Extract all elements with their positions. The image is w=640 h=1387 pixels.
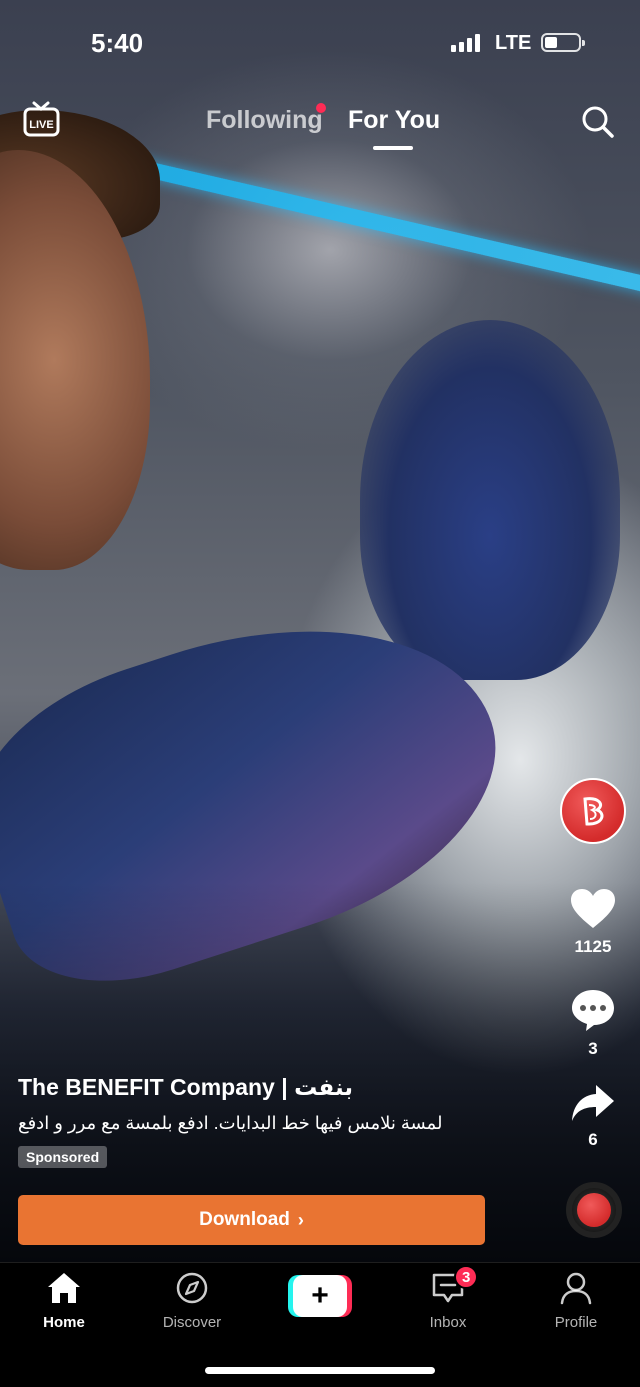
creator-avatar[interactable] (560, 778, 626, 844)
share-count: 6 (588, 1130, 598, 1149)
video-player[interactable] (0, 0, 640, 1262)
benefit-logo-icon (583, 797, 604, 826)
nav-discover[interactable]: Discover (142, 1271, 242, 1331)
download-label: Download (199, 1209, 290, 1230)
comment-count: 3 (588, 1039, 598, 1058)
nav-home[interactable]: Home (14, 1271, 114, 1331)
home-icon (48, 1273, 80, 1303)
battery-icon (541, 33, 585, 52)
video-frame-hand (360, 320, 620, 680)
live-tv-icon: LIVE (23, 101, 60, 137)
comment-button[interactable]: 3 (560, 988, 626, 1059)
live-button[interactable]: LIVE (22, 100, 62, 140)
nav-profile-label: Profile (554, 1314, 598, 1331)
sponsored-badge: Sponsored (18, 1146, 108, 1168)
nav-home-label: Home (43, 1314, 85, 1331)
comment-icon (572, 990, 614, 1031)
plus-icon: + (293, 1275, 347, 1317)
share-arrow-icon (572, 1085, 614, 1121)
bottom-nav: Home Discover + 3 Inbox Profile (0, 1262, 640, 1387)
video-description: لمسة نلامس فيها خط البدايات. ادفع بلمسة … (18, 1113, 443, 1133)
nav-profile[interactable]: Profile (526, 1271, 626, 1331)
like-button[interactable]: 1125 (560, 888, 626, 957)
music-disc[interactable] (566, 1182, 622, 1238)
chevron-right-icon: › (297, 1209, 304, 1230)
compass-icon (176, 1272, 208, 1304)
profile-icon (560, 1272, 592, 1305)
tab-for-you[interactable]: For You (348, 106, 440, 150)
search-icon (582, 106, 614, 138)
nav-inbox-label: Inbox (429, 1314, 467, 1331)
signal-icon (451, 34, 480, 52)
create-button[interactable]: + (288, 1275, 352, 1317)
heart-icon (571, 889, 615, 928)
video-caption: The BENEFIT Company | بنفت لمسة نلامس في… (18, 1074, 538, 1168)
author-name[interactable]: The BENEFIT Company | بنفت (18, 1074, 538, 1101)
inbox-badge: 3 (454, 1265, 479, 1289)
music-disc-logo (577, 1193, 611, 1227)
nav-inbox[interactable]: 3 Inbox (398, 1265, 498, 1331)
network-label: LTE (495, 32, 532, 54)
download-button[interactable]: Download › (18, 1195, 485, 1245)
share-button[interactable]: 6 (560, 1083, 626, 1150)
following-notification-dot (316, 103, 326, 113)
tab-following[interactable]: Following (206, 106, 323, 135)
status-bar: 5:40 LTE (0, 26, 640, 66)
like-count: 1125 (574, 937, 612, 956)
home-indicator[interactable] (205, 1367, 435, 1374)
status-time: 5:40 (91, 28, 144, 58)
nav-discover-label: Discover (162, 1314, 222, 1331)
top-nav: LIVE Following For You (0, 100, 640, 150)
live-label: LIVE (29, 119, 53, 131)
search-button[interactable] (580, 104, 616, 140)
